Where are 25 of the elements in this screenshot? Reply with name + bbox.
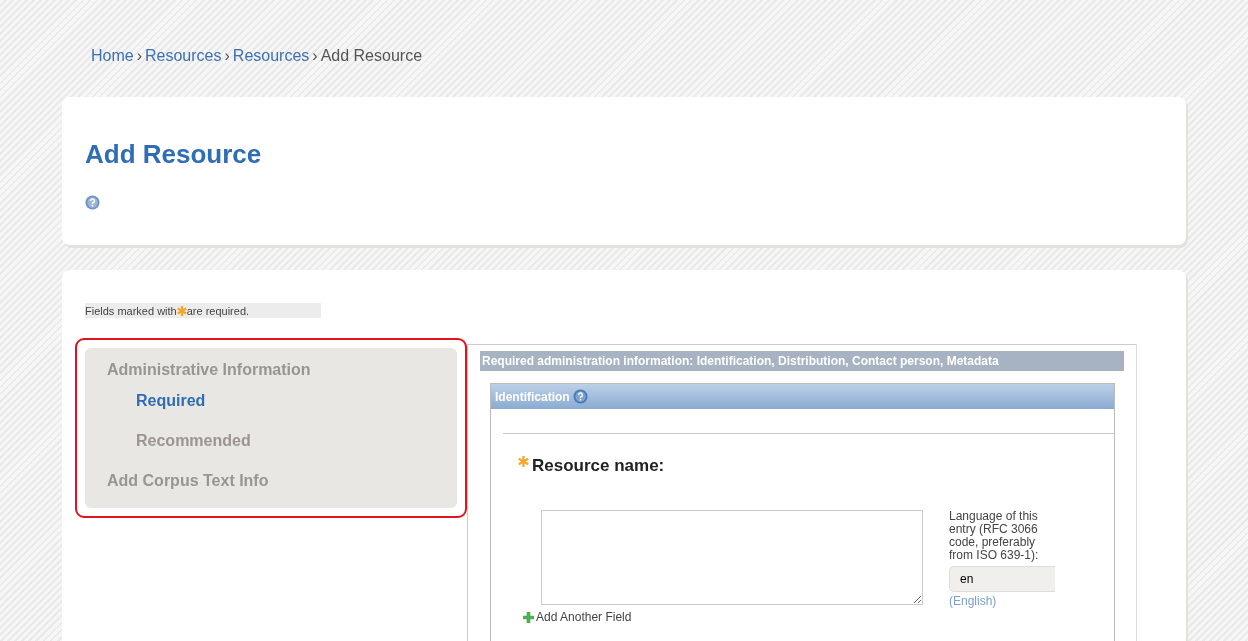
language-label: Language of this entry (RFC 3066 code, preferably from ISO 639-1): xyxy=(949,510,1040,562)
asterisk-icon xyxy=(176,305,187,316)
section-header: Required administration information: Identification, Distribution, Contact person, Metadata xyxy=(480,351,1124,371)
language-name-link[interactable]: (English) xyxy=(949,594,997,608)
language-field[interactable]: en xyxy=(949,566,1055,592)
required-note: Fields marked with are required. xyxy=(85,303,321,318)
page-title: Add Resource xyxy=(85,139,262,170)
breadcrumb-current: Add Resource xyxy=(320,47,423,64)
sidebar-item[interactable]: Recommended xyxy=(107,429,251,469)
resource-name-field[interactable] xyxy=(541,510,923,605)
breadcrumb-link[interactable]: Home xyxy=(91,47,134,64)
breadcrumb-separator: › xyxy=(136,47,142,64)
breadcrumb-link[interactable]: Resources xyxy=(232,47,310,64)
add-field-link[interactable]: Add Another Field xyxy=(523,610,632,624)
breadcrumb-separator: › xyxy=(224,47,230,64)
breadcrumb-link[interactable]: Resources xyxy=(145,47,222,64)
sidebar-item[interactable]: Administrative Information xyxy=(107,358,311,389)
plus-icon xyxy=(523,611,534,623)
group-title: Identification xyxy=(495,389,570,404)
help-icon[interactable] xyxy=(85,195,100,210)
sidebar-item[interactable]: Add Corpus Text Info xyxy=(107,469,269,500)
field-label: Resource name: xyxy=(532,456,665,476)
breadcrumb-separator: › xyxy=(312,47,318,64)
sidebar-item[interactable]: Required xyxy=(107,389,206,429)
help-icon[interactable] xyxy=(572,389,588,404)
